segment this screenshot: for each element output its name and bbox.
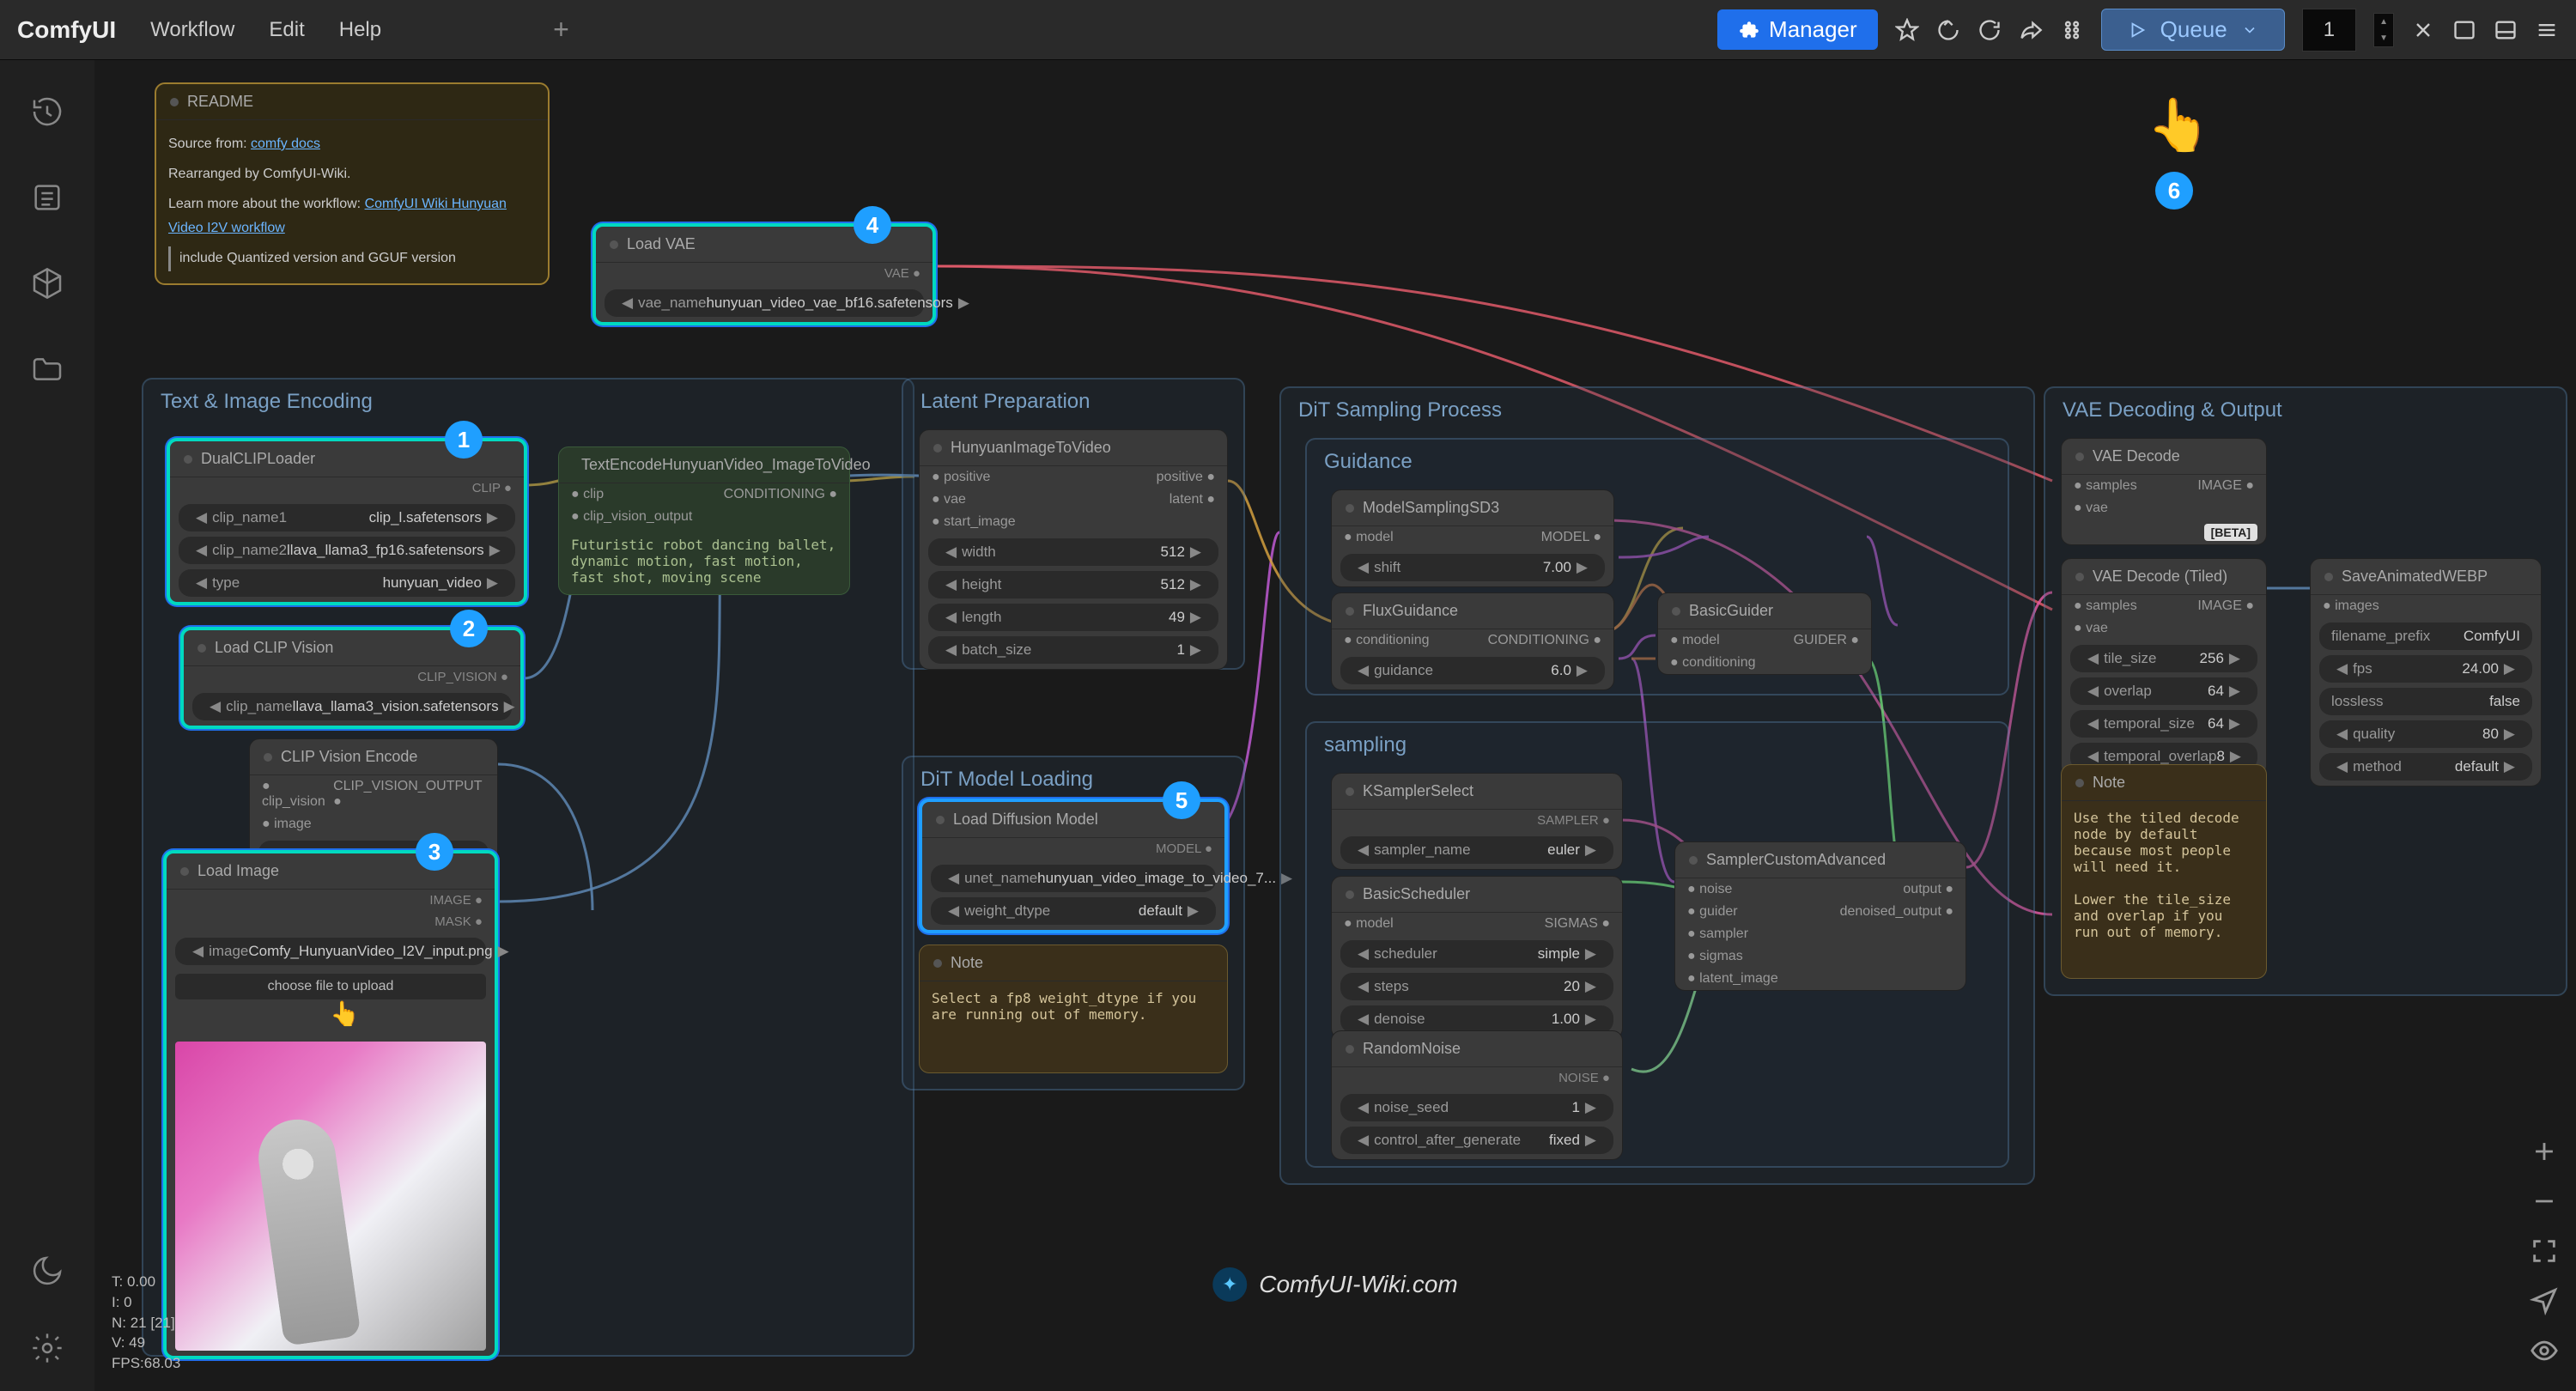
- fit-icon[interactable]: [2530, 1236, 2559, 1266]
- close-icon[interactable]: [2411, 18, 2435, 42]
- puzzle-icon: [1738, 19, 1760, 41]
- queue-button[interactable]: Queue: [2101, 9, 2285, 51]
- load-vae-node[interactable]: 4 Load VAE VAE ● ◀vae_namehunyuan_video_…: [592, 223, 936, 325]
- menu-workflow[interactable]: Workflow: [150, 18, 234, 42]
- watermark: ✦ ComfyUI-Wiki.com: [1212, 1267, 1458, 1302]
- badge-5: 5: [1163, 781, 1200, 819]
- image-preview: [175, 1042, 486, 1351]
- history-icon[interactable]: [30, 94, 64, 129]
- pointer-icon: 👆: [330, 999, 641, 1028]
- sampler-custom-advanced-node[interactable]: SamplerCustomAdvanced ● noiseoutput ● ● …: [1674, 841, 1966, 991]
- app-logo: ComfyUI: [17, 16, 116, 44]
- dual-clip-loader-node[interactable]: 1 DualCLIPLoader CLIP ● ◀clip_name1clip_…: [167, 438, 527, 605]
- flux-guidance-node[interactable]: FluxGuidance ● conditioningCONDITIONING …: [1331, 592, 1614, 690]
- load-image-node[interactable]: 3 Load Image IMAGE ● MASK ● ◀imageComfy_…: [163, 850, 498, 1359]
- star-icon[interactable]: [1895, 18, 1919, 42]
- zoom-in-icon[interactable]: [2530, 1137, 2559, 1166]
- random-noise-node[interactable]: RandomNoise NOISE ● ◀noise_seed1▶ ◀contr…: [1331, 1030, 1623, 1160]
- gear-icon[interactable]: [30, 1331, 64, 1365]
- hamburger-icon[interactable]: [2535, 18, 2559, 42]
- locate-icon[interactable]: [2530, 1286, 2559, 1315]
- basic-guider-node[interactable]: BasicGuider ● modelGUIDER ● ● conditioni…: [1657, 592, 1872, 675]
- eye-icon[interactable]: [2530, 1336, 2559, 1365]
- moon-icon[interactable]: [30, 1254, 64, 1288]
- panel-left-icon[interactable]: [2452, 18, 2476, 42]
- readme-node[interactable]: README Source from: comfy docs Rearrange…: [155, 82, 550, 285]
- basic-scheduler-node[interactable]: BasicScheduler ● modelSIGMAS ● ◀schedule…: [1331, 876, 1623, 1039]
- model-sampling-sd3-node[interactable]: ModelSamplingSD3 ● modelMODEL ● ◀shift7.…: [1331, 489, 1614, 587]
- play-icon: [2128, 21, 2147, 39]
- add-tab-button[interactable]: +: [553, 14, 569, 46]
- menu-help[interactable]: Help: [339, 18, 381, 42]
- badge-1: 1: [445, 421, 483, 459]
- save-webp-node[interactable]: SaveAnimatedWEBP ● images filename_prefi…: [2310, 558, 2542, 787]
- manager-button[interactable]: Manager: [1717, 9, 1878, 50]
- vae-decode-tiled-node[interactable]: VAE Decode (Tiled) ● samplesIMAGE ● ● va…: [2061, 558, 2267, 776]
- watermark-icon: ✦: [1212, 1267, 1247, 1302]
- share-icon[interactable]: [2019, 18, 2043, 42]
- top-bar: ComfyUI Workflow Edit Help + Manager Que…: [0, 0, 2576, 60]
- batch-spinner[interactable]: ▲▼: [2373, 13, 2394, 47]
- badge-2: 2: [450, 610, 488, 647]
- folder-icon[interactable]: [30, 352, 64, 386]
- cube-icon[interactable]: [30, 266, 64, 301]
- grip-icon[interactable]: [2060, 18, 2084, 42]
- vae-decode-node[interactable]: VAE Decode ● samplesIMAGE ● ● vae [BETA]: [2061, 438, 2267, 545]
- choose-file-button[interactable]: choose file to upload: [175, 974, 486, 999]
- pointer-icon: 👆: [2147, 94, 2211, 155]
- load-clip-vision-node[interactable]: 2 Load CLIP Vision CLIP_VISION ● ◀clip_n…: [180, 627, 524, 729]
- left-sidebar: [0, 60, 94, 1391]
- reset-icon[interactable]: [1936, 18, 1960, 42]
- node-canvas[interactable]: README Source from: comfy docs Rearrange…: [94, 60, 2576, 1391]
- note-dit-node[interactable]: Note Select a fp8 weight_dtype if you ar…: [919, 945, 1228, 1073]
- hunyuan-i2v-node[interactable]: HunyuanImageToVideo ● positivepositive ●…: [919, 429, 1228, 670]
- queue-list-icon[interactable]: [30, 180, 64, 215]
- main-menu: Workflow Edit Help: [150, 18, 381, 42]
- comfy-docs-link[interactable]: comfy docs: [251, 137, 320, 151]
- load-diffusion-node[interactable]: 5 Load Diffusion Model MODEL ● ◀unet_nam…: [919, 799, 1228, 933]
- badge-4: 4: [854, 206, 891, 244]
- prompt-text[interactable]: Futuristic robot dancing ballet, dynamic…: [559, 528, 849, 594]
- note-vae-node[interactable]: Note Use the tiled decode node by defaul…: [2061, 764, 2267, 979]
- batch-count-input[interactable]: 1: [2302, 9, 2356, 52]
- canvas-stats: T: 0.00 I: 0 N: 21 [21] V: 49 FPS:68.03: [112, 1272, 180, 1374]
- readme-title: README: [187, 93, 253, 111]
- refresh-icon[interactable]: [1978, 18, 2002, 42]
- chevron-down-icon: [2241, 21, 2258, 39]
- text-encode-node[interactable]: TextEncodeHunyuanVideo_ImageToVideo ● cl…: [558, 446, 850, 595]
- zoom-out-icon[interactable]: [2530, 1187, 2559, 1216]
- badge-3: 3: [416, 833, 453, 871]
- beta-badge: [BETA]: [2204, 524, 2257, 541]
- canvas-controls: [2530, 1137, 2559, 1365]
- badge-6: 6: [2155, 172, 2193, 210]
- menu-edit[interactable]: Edit: [269, 18, 304, 42]
- ksampler-select-node[interactable]: KSamplerSelect SAMPLER ● ◀sampler_nameeu…: [1331, 773, 1623, 870]
- panel-bottom-icon[interactable]: [2494, 18, 2518, 42]
